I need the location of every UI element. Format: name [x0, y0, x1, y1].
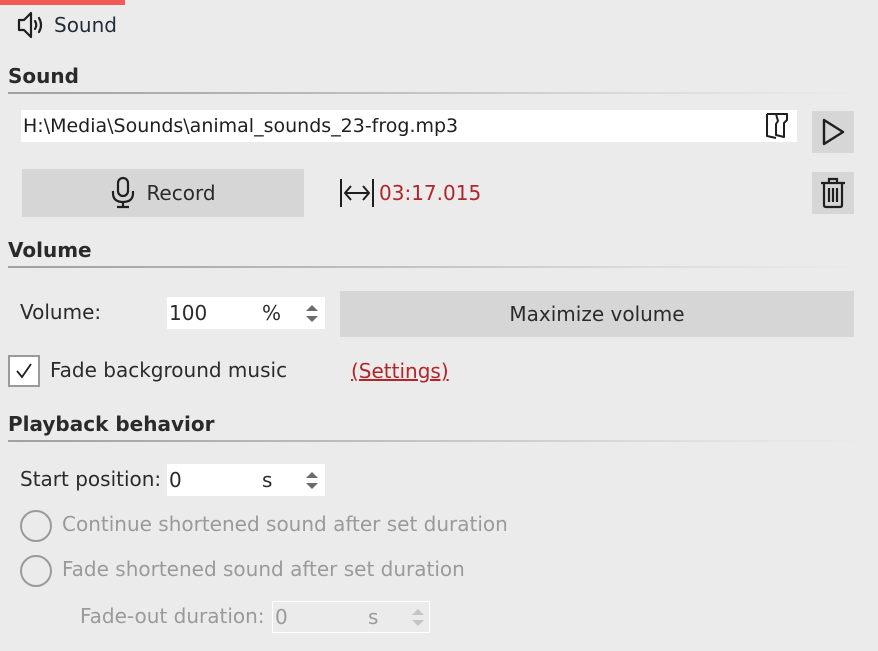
fade-out-duration-unit: s	[368, 605, 379, 629]
decrement-icon[interactable]	[306, 315, 318, 322]
start-position-label: Start position:	[20, 467, 162, 491]
fade-out-duration-stepper[interactable]: 0 s	[272, 601, 430, 633]
maximize-volume-label: Maximize volume	[509, 302, 685, 326]
start-position-unit: s	[262, 468, 273, 492]
fade-settings-link[interactable]: (Settings)	[351, 359, 449, 383]
fade-out-spin-buttons[interactable]	[408, 601, 428, 633]
fade-shortened-radio[interactable]	[20, 555, 52, 587]
record-label: Record	[146, 181, 216, 205]
duration-value: 03:17.015	[379, 181, 482, 205]
fade-shortened-label[interactable]: Fade shortened sound after set duration	[62, 557, 465, 581]
length-arrows-icon	[340, 179, 374, 207]
section-divider	[8, 92, 870, 94]
section-divider	[8, 440, 870, 442]
start-position-stepper[interactable]: 0 s	[167, 464, 325, 496]
start-position-value[interactable]: 0	[167, 468, 262, 492]
panel-title: Sound	[54, 13, 117, 37]
speaker-icon	[17, 11, 43, 39]
volume-spin-buttons[interactable]	[302, 297, 322, 329]
microphone-icon	[112, 176, 135, 209]
maximize-volume-button[interactable]: Maximize volume	[340, 291, 854, 337]
delete-sound-button[interactable]	[812, 172, 854, 214]
continue-shortened-label[interactable]: Continue shortened sound after set durat…	[62, 512, 508, 536]
continue-shortened-radio[interactable]	[20, 510, 52, 542]
volume-stepper[interactable]: 100 %	[167, 297, 325, 329]
active-tab-indicator	[0, 0, 125, 5]
sound-file-field[interactable]: H:\Media\Sounds\animal_sounds_23-frog.mp…	[21, 110, 797, 142]
increment-icon[interactable]	[412, 608, 424, 615]
fade-background-music-label[interactable]: Fade background music	[50, 358, 287, 382]
browse-file-button[interactable]	[757, 110, 797, 142]
volume-label: Volume:	[20, 300, 102, 324]
section-title-volume: Volume	[8, 238, 92, 262]
section-title-sound: Sound	[8, 64, 79, 88]
record-button[interactable]: Record	[22, 169, 304, 217]
start-position-spin-buttons[interactable]	[302, 464, 322, 496]
decrement-icon[interactable]	[412, 619, 424, 626]
play-icon	[822, 118, 845, 146]
fade-background-music-checkbox[interactable]	[8, 355, 40, 387]
trash-icon	[821, 177, 845, 209]
sound-file-path[interactable]: H:\Media\Sounds\animal_sounds_23-frog.mp…	[23, 115, 757, 137]
decrement-icon[interactable]	[306, 482, 318, 489]
section-title-playback: Playback behavior	[8, 412, 215, 436]
volume-unit: %	[262, 301, 282, 325]
checkmark-icon	[16, 363, 32, 379]
increment-icon[interactable]	[306, 471, 318, 478]
fade-out-duration-value[interactable]: 0	[273, 605, 368, 629]
section-divider	[8, 266, 870, 268]
fade-out-duration-label: Fade-out duration:	[80, 604, 265, 628]
play-button[interactable]	[812, 111, 854, 153]
panel-header: Sound	[16, 10, 117, 40]
volume-value[interactable]: 100	[167, 301, 262, 325]
folder-open-icon	[766, 113, 788, 139]
increment-icon[interactable]	[306, 304, 318, 311]
sound-duration: 03:17.015	[339, 176, 481, 210]
